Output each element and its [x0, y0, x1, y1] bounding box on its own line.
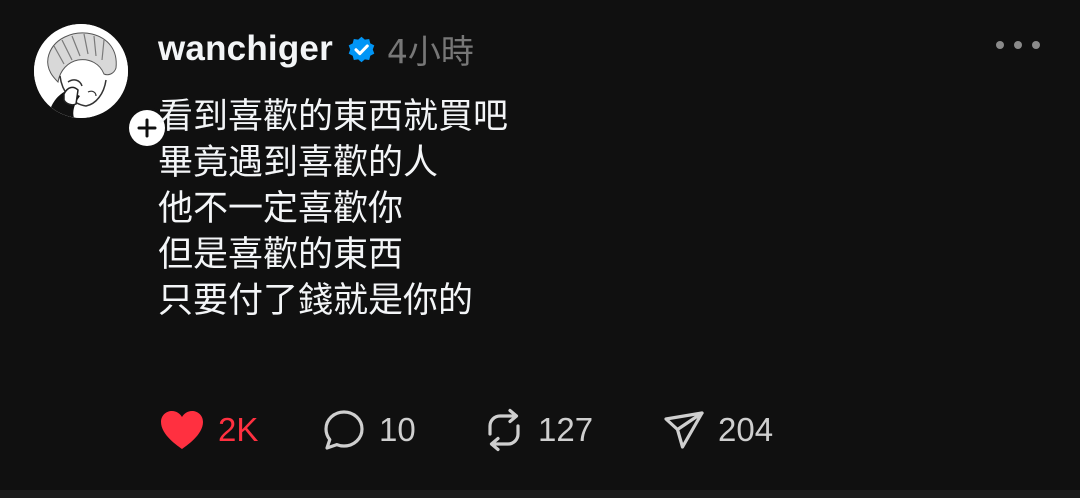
share-count: 204	[718, 411, 774, 448]
username[interactable]: wanchiger	[158, 29, 333, 69]
post-timestamp: 4小時	[386, 32, 474, 71]
heart-icon	[161, 411, 203, 449]
like-button[interactable]: 2K	[158, 405, 258, 455]
post-text-line: 但是喜歡的東西	[158, 235, 404, 275]
post-header: wanchiger 4小時	[158, 26, 474, 72]
comment-icon	[324, 410, 364, 450]
verified-badge-icon	[345, 33, 378, 66]
more-dot-icon	[1032, 41, 1040, 49]
post-text-line: 只要付了錢就是你的	[158, 281, 474, 321]
avatar-illustration	[34, 24, 128, 118]
more-dot-icon	[1014, 41, 1022, 49]
avatar-container	[34, 24, 168, 149]
send-icon	[664, 411, 704, 449]
post-body: 看到喜歡的東西就買吧 畢竟遇到喜歡的人 他不一定喜歡你 但是喜歡的東西 只要付了…	[158, 94, 508, 324]
share-button[interactable]: 204	[662, 405, 773, 455]
repost-icon	[488, 408, 520, 452]
more-dot-icon	[996, 41, 1004, 49]
repost-count: 127	[538, 411, 594, 448]
avatar[interactable]	[34, 24, 128, 118]
action-bar: 2K 10 127 204	[0, 405, 1080, 455]
post-divider	[0, 490, 1080, 498]
reply-button[interactable]: 10	[322, 405, 416, 455]
post-text-line: 他不一定喜歡你	[158, 189, 404, 229]
reply-count: 10	[379, 411, 416, 448]
repost-button[interactable]: 127	[482, 405, 593, 455]
post-text-line: 畢竟遇到喜歡的人	[158, 143, 439, 183]
thread-post: wanchiger 4小時 看到喜歡的東西就買吧 畢竟遇到喜歡的人 他不一定喜歡…	[0, 0, 1080, 498]
more-options-button[interactable]	[996, 30, 1040, 60]
like-count: 2K	[218, 411, 259, 448]
post-text-line: 看到喜歡的東西就買吧	[158, 97, 509, 137]
